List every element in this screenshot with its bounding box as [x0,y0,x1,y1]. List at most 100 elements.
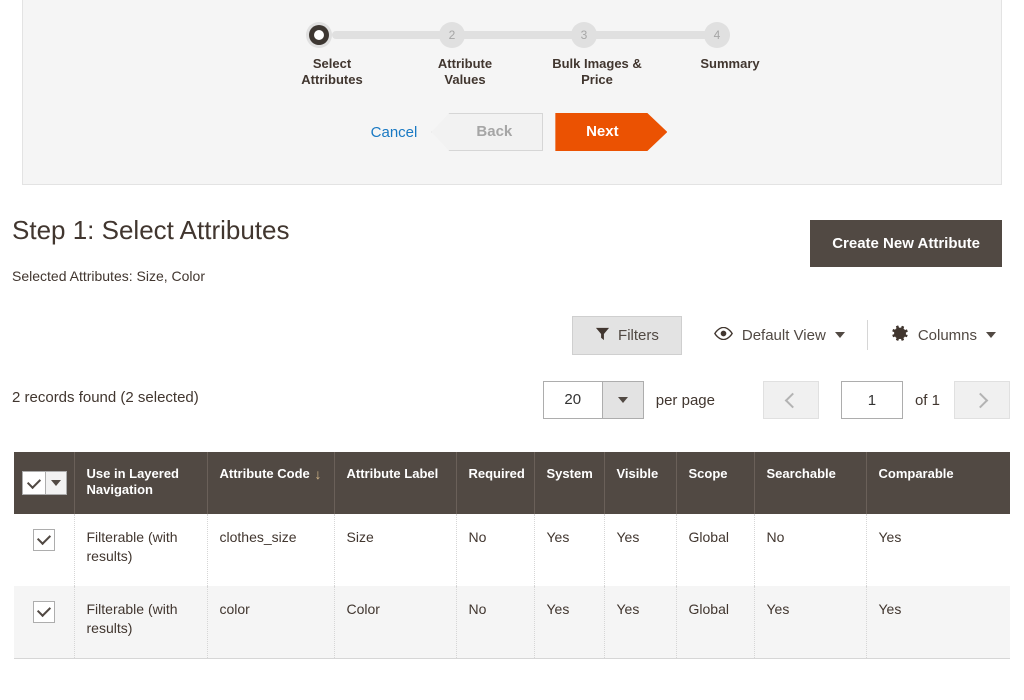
wizard-step-track: 2 3 4 [306,22,756,48]
row-checkbox[interactable] [32,600,55,623]
columns-label: Columns [917,326,977,344]
select-all-dropdown[interactable] [45,472,66,494]
checkmark-icon [26,474,42,489]
step-4-label-line1: Summary [700,56,760,71]
wizard-step-indicator: 2 3 4 Select Attributes Attribute Values… [301,22,760,102]
filter-funnel-icon [595,326,610,345]
grid-toolbar: Filters Default View Columns [572,313,1010,357]
per-page-value: 20 [543,382,602,418]
column-header-comparable[interactable]: Comparable [866,452,1010,514]
wizard-panel: 2 3 4 Select Attributes Attribute Values… [22,0,1002,185]
wizard-progress-line [332,31,730,39]
total-pages-label: of 1 [914,391,940,409]
row-checkbox[interactable] [32,528,55,551]
cell-system: Yes [534,514,605,586]
page-number-input[interactable] [840,381,903,419]
step-2-label-line1: Attribute [437,56,493,71]
column-header-required[interactable]: Required [456,452,535,514]
sort-descending-icon: ↓ [314,466,322,482]
cell-required: No [456,586,535,659]
column-header-visible[interactable]: Visible [604,452,677,514]
wizard-step-1-node[interactable] [306,22,332,48]
attributes-grid: Use in Layered Navigation ↓ Attribute Co… [14,452,1010,659]
step-1-label-line2: Attributes [301,72,363,87]
select-all-header-cell[interactable] [14,452,75,514]
pagination-controls: 20 per page of 1 [542,378,1010,422]
per-page-select[interactable]: 20 [542,381,644,419]
cell-layered-navigation: Filterable (with results) [74,514,208,586]
column-header-attribute-label[interactable]: Attribute Label [334,452,457,514]
wizard-step-4-node[interactable]: 4 [704,22,730,48]
wizard-step-1-label: Select Attributes [272,56,392,88]
per-page-label: per page [655,391,715,409]
cell-visible: Yes [604,514,677,586]
grid-header-row: Use in Layered Navigation ↓ Attribute Co… [14,452,1010,514]
wizard-step-4-label: Summary [670,56,790,72]
page-header: Step 1: Select Attributes Selected Attri… [12,210,1010,290]
step-1-label-line1: Select [312,56,352,71]
next-button[interactable]: Next [555,113,667,151]
columns-dropdown[interactable]: Columns [876,324,1010,347]
gear-icon [890,324,909,347]
step-3-number: 3 [580,28,588,42]
eye-icon [713,326,733,344]
chevron-down-icon [986,332,996,338]
per-page-dropdown-arrow[interactable] [601,382,643,418]
step-4-number: 4 [713,28,721,42]
table-row[interactable]: Filterable (with results) clothes_size S… [14,514,1010,586]
chevron-down-icon [51,480,61,486]
column-header-scope[interactable]: Scope [676,452,755,514]
previous-page-button[interactable] [762,381,819,419]
default-view-dropdown[interactable]: Default View [700,326,859,344]
select-all-control[interactable] [22,471,67,495]
wizard-step-3-label: Bulk Images & Price [537,56,657,88]
cell-visible: Yes [604,586,677,659]
column-header-searchable[interactable]: Searchable [754,452,867,514]
records-pagination-row: 2 records found (2 selected) 20 per page… [12,378,1010,422]
row-select-cell[interactable] [14,586,75,659]
checkmark-icon [36,602,51,618]
wizard-step-2-node[interactable]: 2 [439,22,465,48]
selected-attributes-text: Selected Attributes: Size, Color [12,268,205,284]
cell-scope: Global [676,586,755,659]
column-header-attribute-code-label: Attribute Code [219,466,310,481]
step-3-label-line2: Price [581,72,613,87]
wizard-step-3-node[interactable]: 3 [571,22,597,48]
chevron-down-icon [834,332,845,338]
step-3-label-line1: Bulk Images & [552,56,642,71]
cell-attribute-label: Size [334,514,457,586]
column-header-attribute-code[interactable]: ↓ Attribute Code [207,452,335,514]
cell-required: No [456,514,535,586]
row-select-cell[interactable] [14,514,75,586]
column-header-system[interactable]: System [534,452,605,514]
default-view-label: Default View [741,326,826,344]
cell-scope: Global [676,514,755,586]
cell-comparable: Yes [866,514,1010,586]
cancel-button[interactable]: Cancel [357,124,432,141]
toolbar-divider [866,320,868,350]
cell-comparable: Yes [866,586,1010,659]
step-2-number: 2 [448,28,456,42]
chevron-left-icon [784,392,801,408]
step-2-label-line2: Values [444,72,486,87]
cell-attribute-label: Color [334,586,457,659]
cell-searchable: Yes [754,586,867,659]
chevron-down-icon [617,397,628,403]
step-active-dot-icon [314,30,324,40]
page-title: Step 1: Select Attributes [12,215,290,245]
cell-searchable: No [754,514,867,586]
column-header-layered-navigation[interactable]: Use in Layered Navigation [74,452,208,514]
wizard-step-labels: Select Attributes Attribute Values Bulk … [301,56,759,102]
create-new-attribute-button[interactable]: Create New Attribute [810,220,1002,267]
filters-button[interactable]: Filters [572,315,682,355]
records-found-text: 2 records found (2 selected) [12,389,199,406]
back-button[interactable]: Back [431,113,544,151]
chevron-right-icon [972,392,989,408]
cell-attribute-code: color [207,586,335,659]
cell-layered-navigation: Filterable (with results) [74,586,208,659]
filters-label: Filters [618,326,659,344]
next-page-button[interactable] [954,381,1010,419]
table-row[interactable]: Filterable (with results) color Color No… [14,586,1010,659]
wizard-step-2-label: Attribute Values [405,56,525,88]
select-all-checkbox[interactable] [23,472,45,494]
